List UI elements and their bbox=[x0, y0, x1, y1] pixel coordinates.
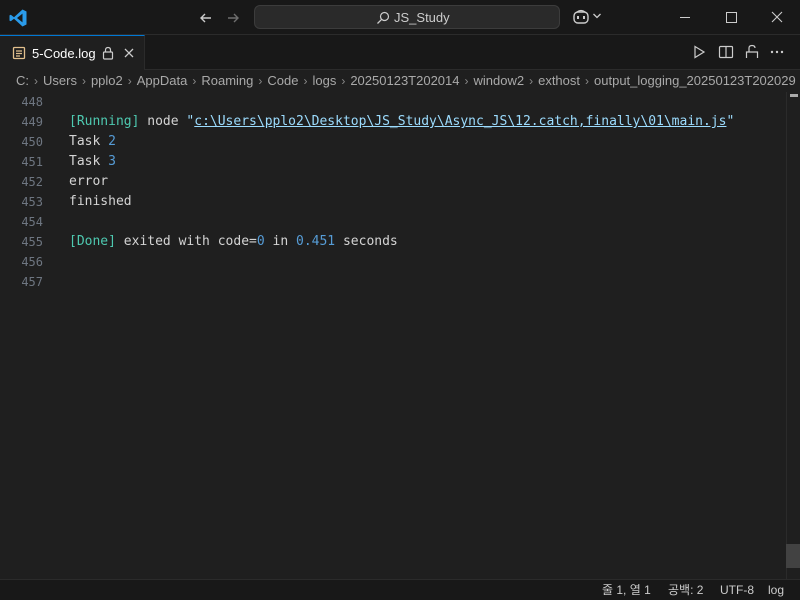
line-number: 452 bbox=[21, 175, 43, 189]
close-icon[interactable] bbox=[123, 47, 135, 59]
scrollbar-thumb[interactable] bbox=[786, 544, 800, 568]
breadcrumb-separator-icon: › bbox=[529, 74, 534, 88]
maximize-button[interactable] bbox=[708, 0, 754, 35]
breadcrumb-item[interactable]: pplo2 bbox=[91, 73, 123, 88]
code-token: 0.451 bbox=[296, 234, 336, 249]
editor-line[interactable]: 451 Task 3 bbox=[0, 152, 785, 172]
run-icon[interactable] bbox=[691, 44, 707, 60]
line-number: 451 bbox=[21, 155, 43, 169]
breadcrumb: C: › Users › pplo2 › AppData › Roaming › Code › logs… bbox=[0, 70, 800, 92]
breadcrumb-separator-icon: › bbox=[192, 74, 197, 88]
breadcrumb-separator-icon: › bbox=[464, 74, 469, 88]
line-content: finished bbox=[69, 192, 132, 212]
editor-line[interactable]: 457 bbox=[0, 272, 785, 292]
scrollbar-marker bbox=[790, 94, 798, 97]
status-bar: 줄 1, 열 1 공백: 2 UTF-8 log bbox=[0, 579, 800, 600]
code-token: exited with code= bbox=[115, 234, 257, 249]
editor-line[interactable]: 450 Task 2 bbox=[0, 132, 785, 152]
code-token: node bbox=[139, 114, 187, 129]
code-token: " bbox=[726, 114, 735, 129]
arrow-right-icon[interactable] bbox=[223, 8, 243, 28]
vscode-logo[interactable] bbox=[8, 8, 28, 28]
code-token: 3 bbox=[108, 154, 116, 169]
log-file-icon bbox=[12, 46, 26, 60]
breadcrumb-item[interactable]: window2 bbox=[474, 73, 525, 88]
split-editor-icon[interactable] bbox=[718, 44, 734, 60]
breadcrumb-item[interactable]: logs bbox=[312, 73, 336, 88]
close-icon bbox=[771, 11, 783, 23]
editor-line[interactable]: 448 bbox=[0, 92, 785, 112]
breadcrumb-separator-icon: › bbox=[127, 74, 132, 88]
more-icon[interactable] bbox=[769, 44, 785, 60]
editor-line[interactable]: 449 [Running] node "c:\Users\pplo2\Deskto… bbox=[0, 112, 785, 132]
cursor-position[interactable]: 줄 1, 열 1 bbox=[602, 580, 651, 600]
line-number: 457 bbox=[21, 275, 43, 289]
encoding[interactable]: UTF-8 bbox=[720, 580, 754, 600]
maximize-icon bbox=[726, 12, 737, 23]
line-number: 455 bbox=[21, 235, 43, 249]
indentation[interactable]: 공백: 2 bbox=[668, 580, 703, 600]
minimize-button[interactable] bbox=[662, 0, 708, 35]
breadcrumb-item[interactable]: Roaming bbox=[201, 73, 253, 88]
breadcrumb-separator-icon: › bbox=[81, 74, 86, 88]
breadcrumb-item[interactable]: 20250123T202014 bbox=[350, 73, 459, 88]
line-number: 456 bbox=[21, 255, 43, 269]
file-path-link[interactable]: c:\Users\pplo2\Desktop\JS_Study\Async_JS… bbox=[194, 114, 726, 129]
tab-bar: 5-Code.log bbox=[0, 35, 800, 70]
line-number: 453 bbox=[21, 195, 43, 209]
command-center[interactable]: JS_Study bbox=[254, 5, 560, 29]
code-token: in bbox=[264, 234, 296, 249]
command-center-label: JS_Study bbox=[394, 10, 450, 25]
line-number: 454 bbox=[21, 215, 43, 229]
language-mode[interactable]: log bbox=[768, 580, 784, 600]
line-content: Task 2 bbox=[69, 132, 116, 152]
code-token: Task bbox=[69, 154, 109, 169]
editor-line[interactable]: 454 bbox=[0, 212, 785, 232]
editor-line[interactable]: 455 [Done] exited with code=0 in 0.451 se… bbox=[0, 232, 785, 252]
breadcrumb-item[interactable]: Code bbox=[267, 73, 298, 88]
title-bar: JS_Study bbox=[0, 0, 800, 35]
breadcrumb-item[interactable]: C: bbox=[16, 73, 29, 88]
breadcrumb-separator-icon: › bbox=[585, 74, 590, 88]
code-token: Task bbox=[69, 134, 109, 149]
code-token: seconds bbox=[335, 234, 398, 249]
code-token: [Done] bbox=[69, 234, 116, 249]
breadcrumb-separator-icon: › bbox=[341, 74, 346, 88]
breadcrumb-item[interactable]: output_logging_20250123T202029 bbox=[594, 73, 796, 88]
line-number: 450 bbox=[21, 135, 43, 149]
line-content: error bbox=[69, 172, 108, 192]
line-content: [Running] node "c:\Users\pplo2\Desktop\J… bbox=[69, 112, 734, 132]
copilot-icon[interactable] bbox=[572, 9, 590, 25]
code-token: 2 bbox=[108, 134, 116, 149]
chevron-down-icon[interactable] bbox=[592, 11, 602, 21]
line-content: Task 3 bbox=[69, 152, 116, 172]
vertical-scrollbar[interactable] bbox=[786, 92, 800, 579]
editor-line[interactable]: 453 finished bbox=[0, 192, 785, 212]
minimize-icon bbox=[680, 17, 690, 18]
tab-label: 5-Code.log bbox=[32, 46, 96, 61]
search-icon bbox=[377, 11, 390, 24]
open-changes-icon[interactable] bbox=[744, 44, 760, 60]
code-token: error bbox=[69, 174, 109, 189]
editor[interactable]: 448 449 [Running] node "c:\Users\pplo2\Des… bbox=[0, 92, 800, 579]
lock-icon bbox=[102, 46, 114, 60]
breadcrumb-separator-icon: › bbox=[34, 74, 38, 88]
editor-line[interactable]: 456 bbox=[0, 252, 785, 272]
breadcrumb-separator-icon: › bbox=[303, 74, 308, 88]
tab-5-code-log[interactable]: 5-Code.log bbox=[0, 35, 145, 70]
editor-line[interactable]: 452 error bbox=[0, 172, 785, 192]
breadcrumb-separator-icon: › bbox=[258, 74, 263, 88]
code-token: [Running] bbox=[69, 114, 140, 129]
line-number: 449 bbox=[21, 115, 43, 129]
breadcrumb-item[interactable]: Users bbox=[43, 73, 77, 88]
arrow-left-icon[interactable] bbox=[196, 8, 216, 28]
breadcrumb-item[interactable]: AppData bbox=[137, 73, 188, 88]
code-token: finished bbox=[69, 194, 132, 209]
breadcrumb-item[interactable]: exthost bbox=[538, 73, 580, 88]
line-content: [Done] exited with code=0 in 0.451 secon… bbox=[69, 232, 398, 252]
line-number: 448 bbox=[21, 95, 43, 109]
code-token: 0 bbox=[256, 234, 265, 249]
close-window-button[interactable] bbox=[754, 0, 800, 35]
